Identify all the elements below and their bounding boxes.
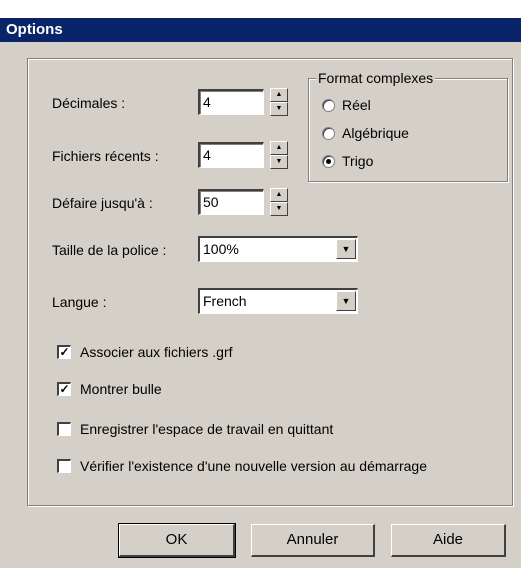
defaire-label: Défaire jusqu'à : bbox=[52, 195, 153, 211]
radio-reel-label[interactable]: Réel bbox=[342, 96, 371, 114]
checkbox-associer-label[interactable]: Associer aux fichiers .grf bbox=[80, 343, 233, 361]
chevron-down-icon[interactable]: ▼ bbox=[336, 291, 356, 311]
radio-trigo[interactable] bbox=[322, 155, 335, 168]
langue-select[interactable]: French ▼ bbox=[198, 288, 358, 314]
decimales-label: Décimales : bbox=[52, 95, 126, 111]
radio-trigo-label[interactable]: Trigo bbox=[342, 152, 373, 170]
radio-reel[interactable] bbox=[322, 99, 335, 112]
cancel-button[interactable]: Annuler bbox=[251, 524, 375, 557]
fichiers-label: Fichiers récents : bbox=[52, 148, 159, 164]
fichiers-spinner[interactable]: ▲ ▼ bbox=[270, 141, 288, 169]
format-complexes-title: Format complexes bbox=[316, 69, 436, 87]
defaire-spinner[interactable]: ▲ ▼ bbox=[270, 188, 288, 216]
spin-down-icon[interactable]: ▼ bbox=[270, 202, 288, 216]
spin-up-icon[interactable]: ▲ bbox=[270, 141, 288, 155]
top-strip bbox=[0, 0, 521, 18]
fichiers-input[interactable]: 4 bbox=[198, 142, 264, 168]
spin-up-icon[interactable]: ▲ bbox=[270, 188, 288, 202]
ok-button[interactable]: OK bbox=[118, 523, 236, 558]
help-button[interactable]: Aide bbox=[391, 524, 506, 557]
checkbox-enregistrer-label[interactable]: Enregistrer l'espace de travail en quitt… bbox=[80, 420, 333, 438]
langue-label: Langue : bbox=[52, 294, 107, 310]
checkbox-bulle-label[interactable]: Montrer bulle bbox=[80, 380, 162, 398]
taille-value: 100% bbox=[203, 241, 239, 257]
checkbox-verifier-label[interactable]: Vérifier l'existence d'une nouvelle vers… bbox=[80, 457, 427, 475]
decimales-spinner[interactable]: ▲ ▼ bbox=[270, 88, 288, 116]
radio-algebrique[interactable] bbox=[322, 127, 335, 140]
spin-up-icon[interactable]: ▲ bbox=[270, 88, 288, 102]
checkbox-bulle[interactable]: ✓ bbox=[57, 382, 71, 396]
defaire-input[interactable]: 50 bbox=[198, 189, 264, 215]
radio-dot-icon bbox=[326, 159, 331, 164]
checkbox-associer[interactable]: ✓ bbox=[57, 345, 71, 359]
taille-select[interactable]: 100% ▼ bbox=[198, 236, 358, 262]
window-title: Options bbox=[0, 18, 521, 42]
chevron-down-icon[interactable]: ▼ bbox=[336, 239, 356, 259]
checkbox-enregistrer[interactable] bbox=[57, 422, 71, 436]
langue-value: French bbox=[203, 293, 247, 309]
options-dialog: Options Décimales : 4 ▲ ▼ Fichiers récen… bbox=[0, 0, 521, 568]
decimales-input[interactable]: 4 bbox=[198, 89, 264, 115]
radio-algebrique-label[interactable]: Algébrique bbox=[342, 124, 409, 142]
spin-down-icon[interactable]: ▼ bbox=[270, 102, 288, 116]
checkbox-verifier[interactable] bbox=[57, 459, 71, 473]
taille-label: Taille de la police : bbox=[52, 242, 167, 258]
spin-down-icon[interactable]: ▼ bbox=[270, 155, 288, 169]
